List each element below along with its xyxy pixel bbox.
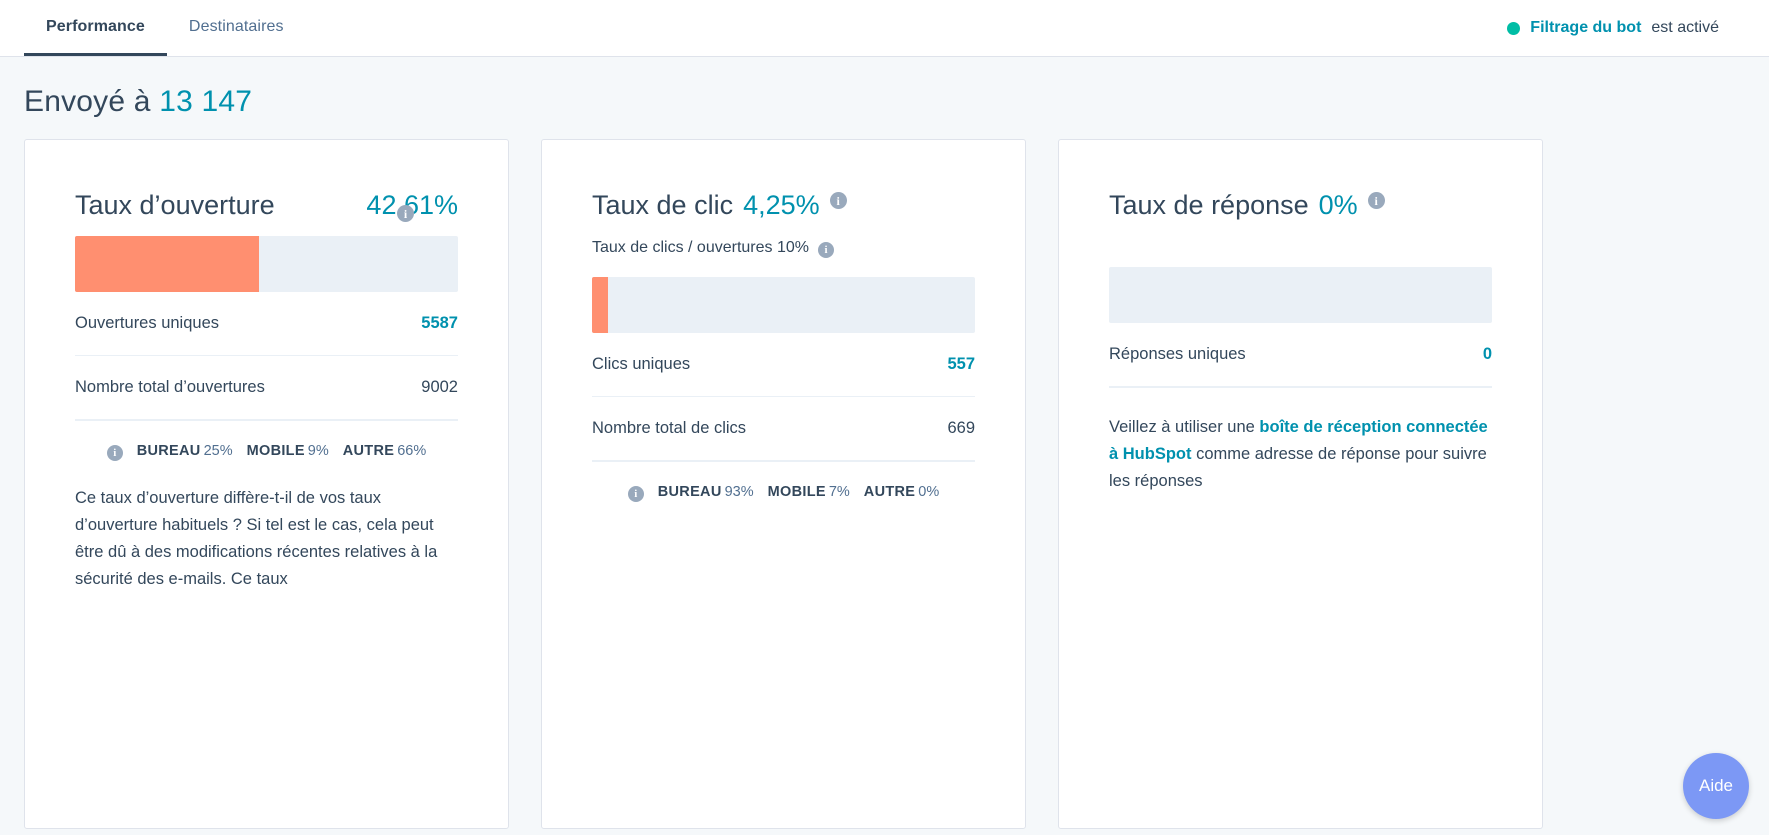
divider <box>1109 387 1492 388</box>
stat-value: 9002 <box>421 378 458 397</box>
card-click-rate: Taux de clic 4,25% i Taux de clics / ouv… <box>541 139 1026 829</box>
device-autre-label: AUTRE <box>343 443 394 459</box>
help-button[interactable]: Aide <box>1683 753 1749 819</box>
device-autre-value: 66% <box>397 443 426 459</box>
open-rate-note: Ce taux d’ouverture diffère-t-il de vos … <box>75 485 458 593</box>
stat-value: 669 <box>947 419 975 438</box>
card-reply-rate-value: 0% <box>1319 186 1358 225</box>
device-mobile-value: 7% <box>829 484 850 500</box>
click-through-open-rate-label: Taux de clics / ouvertures 10% <box>592 239 809 257</box>
device-breakdown: i BUREAU25% MOBILE9% AUTRE66% <box>75 420 458 459</box>
tab-performance-label: Performance <box>46 18 145 36</box>
tab-performance[interactable]: Performance <box>24 0 167 56</box>
stat-row: Clics uniques 557 <box>592 333 975 397</box>
stat-value[interactable]: 5587 <box>421 314 458 333</box>
info-icon[interactable]: i <box>397 205 414 222</box>
device-mobile-label: MOBILE <box>768 484 826 500</box>
info-icon[interactable]: i <box>107 445 123 461</box>
open-rate-progress-fill <box>75 236 259 292</box>
card-reply-rate-header: Taux de réponse 0% i <box>1109 186 1492 225</box>
card-click-rate-header: Taux de clic 4,25% i <box>592 186 975 225</box>
device-mobile-label: MOBILE <box>247 443 305 459</box>
help-button-label: Aide <box>1699 776 1733 796</box>
stat-label: Réponses uniques <box>1109 345 1246 364</box>
card-open-rate-value: 42,61% <box>366 186 458 225</box>
page-title: Envoyé à 13 147 <box>0 57 1769 139</box>
stat-value[interactable]: 0 <box>1483 345 1492 364</box>
bot-filtering-state: est activé <box>1651 19 1719 37</box>
open-rate-progress-bar <box>75 236 458 292</box>
device-bureau: BUREAU93% <box>658 484 754 500</box>
device-mobile-value: 9% <box>308 443 329 459</box>
info-icon[interactable]: i <box>628 486 644 502</box>
tab-destinataires[interactable]: Destinataires <box>167 0 306 56</box>
click-rate-progress-bar <box>592 277 975 333</box>
info-icon[interactable]: i <box>818 242 834 258</box>
page-title-prefix: Envoyé à <box>24 85 151 118</box>
card-click-rate-value: 4,25% <box>743 186 820 225</box>
device-autre: AUTRE0% <box>864 484 939 500</box>
stat-label: Ouvertures uniques <box>75 314 219 333</box>
device-autre-value: 0% <box>918 484 939 500</box>
device-mobile: MOBILE9% <box>247 443 329 459</box>
stat-label: Nombre total d’ouvertures <box>75 378 265 397</box>
stat-row: Nombre total de clics 669 <box>592 397 975 461</box>
status-dot-icon <box>1507 22 1520 35</box>
reply-rate-note: Veillez à utiliser une boîte de réceptio… <box>1109 414 1492 495</box>
reply-rate-progress-bar <box>1109 267 1492 323</box>
device-bureau-label: BUREAU <box>658 484 722 500</box>
bot-filtering-status: Filtrage du bot est activé <box>1507 0 1745 56</box>
device-autre: AUTRE66% <box>343 443 426 459</box>
device-bureau-label: BUREAU <box>137 443 201 459</box>
device-bureau: BUREAU25% <box>137 443 233 459</box>
top-tab-bar: Performance Destinataires Filtrage du bo… <box>0 0 1769 57</box>
card-click-rate-title: Taux de clic <box>592 186 733 225</box>
stat-value[interactable]: 557 <box>947 355 975 374</box>
reply-note-lead: Veillez à utiliser une <box>1109 418 1259 436</box>
tab-list: Performance Destinataires <box>24 0 306 56</box>
device-bureau-value: 93% <box>725 484 754 500</box>
stat-label: Nombre total de clics <box>592 419 746 438</box>
card-open-rate-title: Taux d’ouverture <box>75 186 275 225</box>
device-autre-label: AUTRE <box>864 484 915 500</box>
device-mobile: MOBILE7% <box>768 484 850 500</box>
stat-label: Clics uniques <box>592 355 690 374</box>
info-icon[interactable]: i <box>830 192 847 209</box>
card-reply-rate-title: Taux de réponse <box>1109 186 1309 225</box>
metric-card-list: Taux d’ouverture 42,61% i Ouvertures uni… <box>0 139 1769 829</box>
click-through-open-rate: Taux de clics / ouvertures 10% i <box>592 239 975 257</box>
device-bureau-value: 25% <box>204 443 233 459</box>
stat-row: Ouvertures uniques 5587 <box>75 292 458 356</box>
info-icon[interactable]: i <box>1368 192 1385 209</box>
click-rate-progress-fill <box>592 277 608 333</box>
bot-filtering-label[interactable]: Filtrage du bot <box>1530 19 1641 37</box>
sent-count[interactable]: 13 147 <box>159 85 252 118</box>
card-reply-rate: Taux de réponse 0% i Réponses uniques 0 … <box>1058 139 1543 829</box>
device-breakdown: i BUREAU93% MOBILE7% AUTRE0% <box>592 461 975 500</box>
card-open-rate: Taux d’ouverture 42,61% i Ouvertures uni… <box>24 139 509 829</box>
stat-row: Réponses uniques 0 <box>1109 323 1492 387</box>
stat-row: Nombre total d’ouvertures 9002 <box>75 356 458 420</box>
tab-destinataires-label: Destinataires <box>189 18 284 36</box>
